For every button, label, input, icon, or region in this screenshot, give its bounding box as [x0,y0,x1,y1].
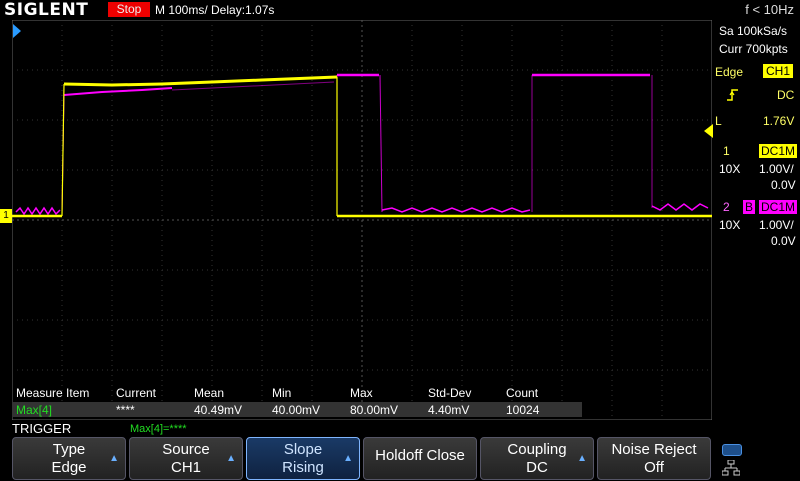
ch2-number: 2 [723,200,730,214]
measure-current: **** [116,403,135,417]
ch2-bandwidth-limit-badge: B [743,200,756,214]
brand-logo: SIGLENT [4,0,89,20]
arrow-up-icon: ▲ [343,453,353,464]
waveform-display[interactable] [12,20,712,420]
measurement-summary: Max[4]=**** [130,423,187,435]
measure-count: 10024 [506,403,540,417]
measurement-row[interactable]: Max[4] **** 40.49mV 40.00mV 80.00mV 4.40… [12,402,582,417]
measurement-table: Measure Item Current Mean Min Max Std-De… [12,386,712,420]
ch2-offset: 0.0V [771,234,796,248]
frequency-readout: f < 10Hz [745,2,794,17]
ch1-coupling-badge: DC1M [759,144,798,158]
top-status-bar: SIGLENT Stop M 100ms/ Delay:1.07s f < 10… [0,0,800,20]
header-mean: Mean [194,386,225,400]
type-softkey[interactable]: Type Edge ▲ [12,437,126,480]
header-current: Current [116,386,157,400]
rising-edge-icon [727,88,739,101]
memory-depth: Curr 700kpts [719,42,788,56]
timebase-readout: M 100ms/ Delay:1.07s [155,3,275,17]
trigger-coupling: DC [777,88,795,102]
source-softkey[interactable]: Source CH1 ▲ [129,437,243,480]
sample-rate: Sa 100kSa/s [719,24,788,38]
right-sidebar: Sa 100kSa/s Curr 700kpts Edge CH1 DC L 1… [713,20,800,440]
trigger-level-marker[interactable] [704,124,713,138]
ch2-scale: 1.00V/ [759,218,794,232]
measure-std-dev: 4.40mV [428,403,470,417]
ch2-coupling-badge: DC1M [759,200,798,214]
ch2-settings-panel[interactable]: 2 B DC1M 10X 1.00V/ 0.0V [713,198,800,250]
measure-min: 40.00mV [272,403,321,417]
holdoff-softkey[interactable]: Holdoff Close [363,437,477,480]
header-max: Max [350,386,373,400]
ch1-scale: 1.00V/ [759,162,794,176]
network-icon [721,459,741,476]
arrow-up-icon: ▲ [109,453,119,464]
holdoff-softkey-label: Holdoff Close [375,447,465,464]
status-icons [718,440,800,480]
noise-reject-softkey[interactable]: Noise Reject Off [597,437,711,480]
trigger-source-badge: CH1 [763,64,794,78]
noise-reject-softkey-value: Off [644,459,664,476]
ch1-probe: 10X [719,162,741,176]
measure-max: 80.00mV [350,403,399,417]
noise-reject-softkey-label: Noise Reject [611,441,697,458]
ch1-number: 1 [723,144,730,158]
measure-mean: 40.49mV [194,403,243,417]
header-std-dev: Std-Dev [428,386,472,400]
trigger-level-value: 1.76V [763,114,795,128]
header-count: Count [506,386,539,400]
header-min: Min [272,386,292,400]
softkey-menu: Type Edge ▲ Source CH1 ▲ Slope Rising ▲ … [12,437,712,480]
measure-item-name: Max[4] [16,403,53,417]
usb-toggle-icon[interactable] [722,444,742,456]
slope-softkey[interactable]: Slope Rising ▲ [246,437,360,480]
trigger-type-label: Edge [715,65,744,79]
trigger-level-label: L [715,114,722,128]
ch1-offset: 0.0V [771,178,796,192]
run-status-badge[interactable]: Stop [108,2,150,17]
trigger-settings-panel[interactable]: Edge CH1 DC L 1.76V [713,62,800,134]
trigger-time-marker[interactable] [13,24,21,38]
ch2-probe: 10X [719,218,741,232]
menu-title: TRIGGER [12,421,72,436]
ch1-ground-marker[interactable]: 1 [0,209,12,223]
coupling-softkey[interactable]: Coupling DC ▲ [480,437,594,480]
arrow-up-icon: ▲ [577,453,587,464]
arrow-up-icon: ▲ [226,453,236,464]
header-measure-item: Measure Item [16,386,90,400]
